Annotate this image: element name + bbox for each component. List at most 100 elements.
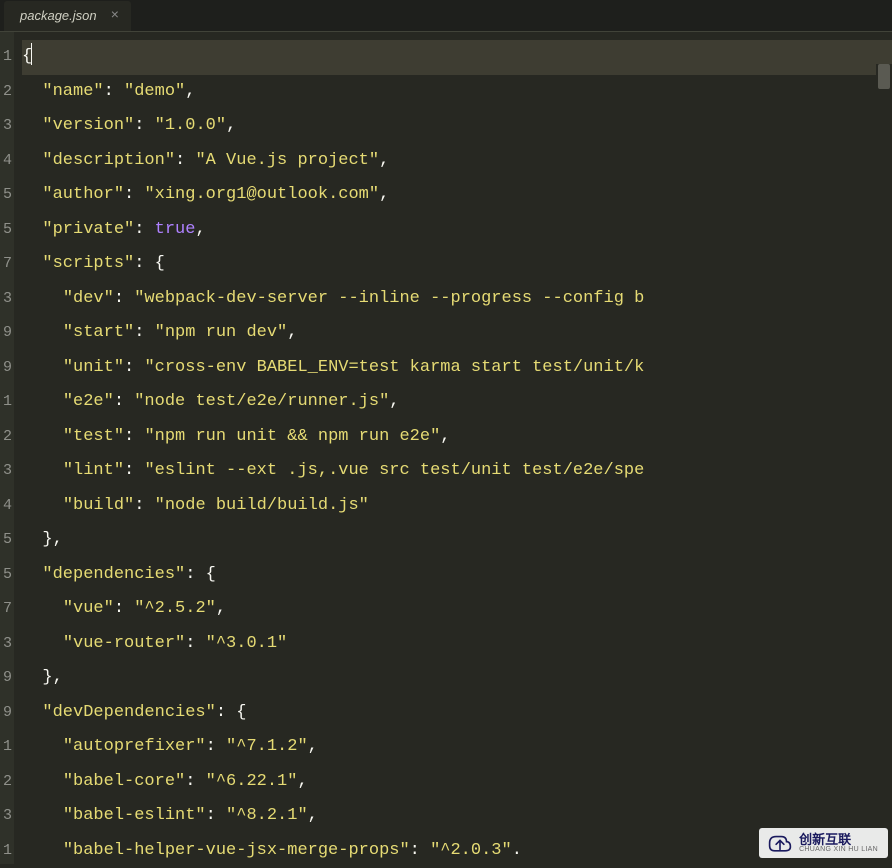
close-icon[interactable]: ×	[111, 9, 119, 23]
token-punc: :	[134, 116, 154, 135]
token-punc: : {	[134, 254, 165, 273]
token-str: "^3.0.1"	[206, 634, 288, 653]
code-line[interactable]: },	[22, 523, 892, 558]
token-str: "webpack-dev-server --inline --progress …	[134, 289, 644, 308]
code-line[interactable]: },	[22, 661, 892, 696]
token-punc: : {	[185, 565, 216, 584]
code-line[interactable]: "dev": "webpack-dev-server --inline --pr…	[22, 282, 892, 317]
line-number: 9	[0, 661, 14, 696]
line-number: 2	[0, 420, 14, 455]
watermark-en: CHUANG XIN HU LIAN	[799, 846, 878, 853]
token-str: "npm run unit && npm run e2e"	[144, 427, 440, 446]
token-str: "1.0.0"	[155, 116, 226, 135]
token-punc: :	[185, 634, 205, 653]
code-line[interactable]: "test": "npm run unit && npm run e2e",	[22, 420, 892, 455]
watermark-logo: 创新互联 CHUANG XIN HU LIAN	[759, 828, 888, 858]
token-str: "npm run dev"	[155, 323, 288, 342]
code-line[interactable]: "description": "A Vue.js project",	[22, 144, 892, 179]
code-content[interactable]: { "name": "demo", "version": "1.0.0", "d…	[14, 32, 892, 864]
code-line[interactable]: "vue-router": "^3.0.1"	[22, 627, 892, 662]
line-number: 5	[0, 178, 14, 213]
code-line[interactable]: "e2e": "node test/e2e/runner.js",	[22, 385, 892, 420]
line-number: 3	[0, 109, 14, 144]
token-key: "unit"	[63, 358, 124, 377]
line-number: 3	[0, 454, 14, 489]
watermark-cn: 创新互联	[799, 833, 878, 846]
token-key: "devDependencies"	[42, 703, 215, 722]
code-line[interactable]: "author": "xing.org1@outlook.com",	[22, 178, 892, 213]
token-punc: :	[410, 841, 430, 860]
token-key: "version"	[42, 116, 134, 135]
line-gutter: 123455739912345573991231	[0, 32, 14, 864]
token-key: "vue"	[63, 599, 114, 618]
token-punc: ,	[308, 806, 318, 825]
token-str: "xing.org1@outlook.com"	[144, 185, 379, 204]
token-str: "demo"	[124, 82, 185, 101]
line-number: 1	[0, 730, 14, 765]
token-str: "^2.0.3"	[430, 841, 512, 860]
token-punc: :	[134, 323, 154, 342]
code-line[interactable]: "name": "demo",	[22, 75, 892, 110]
line-number: 5	[0, 558, 14, 593]
token-punc	[22, 323, 63, 342]
code-line[interactable]: "devDependencies": {	[22, 696, 892, 731]
token-punc: .	[512, 841, 522, 860]
code-line[interactable]: "private": true,	[22, 213, 892, 248]
token-key: "test"	[63, 427, 124, 446]
token-key: "babel-eslint"	[63, 806, 206, 825]
code-line[interactable]: "vue": "^2.5.2",	[22, 592, 892, 627]
token-punc: :	[124, 427, 144, 446]
token-punc	[22, 772, 63, 791]
token-bool: true	[155, 220, 196, 239]
line-number: 9	[0, 316, 14, 351]
token-key: "build"	[63, 496, 134, 515]
code-line[interactable]: "scripts": {	[22, 247, 892, 282]
editor[interactable]: 123455739912345573991231 { "name": "demo…	[0, 32, 892, 864]
token-punc	[22, 392, 63, 411]
token-str: "eslint --ext .js,.vue src test/unit tes…	[144, 461, 644, 480]
token-punc: ,	[226, 116, 236, 135]
token-punc: :	[124, 185, 144, 204]
text-cursor	[31, 43, 32, 65]
token-punc	[22, 82, 42, 101]
token-punc	[22, 806, 63, 825]
code-line[interactable]: "unit": "cross-env BABEL_ENV=test karma …	[22, 351, 892, 386]
code-line[interactable]: "babel-core": "^6.22.1",	[22, 765, 892, 800]
token-punc: :	[175, 151, 195, 170]
token-key: "lint"	[63, 461, 124, 480]
token-punc: ,	[379, 151, 389, 170]
line-number: 7	[0, 592, 14, 627]
scrollbar-thumb[interactable]	[878, 64, 890, 89]
token-punc: ,	[440, 427, 450, 446]
code-line[interactable]: "version": "1.0.0",	[22, 109, 892, 144]
token-key: "babel-core"	[63, 772, 185, 791]
code-line[interactable]: "dependencies": {	[22, 558, 892, 593]
line-number: 5	[0, 523, 14, 558]
code-line[interactable]: "lint": "eslint --ext .js,.vue src test/…	[22, 454, 892, 489]
token-punc	[22, 151, 42, 170]
token-str: "^6.22.1"	[206, 772, 298, 791]
line-number: 4	[0, 144, 14, 179]
code-line[interactable]: {	[22, 40, 892, 75]
token-punc	[22, 461, 63, 480]
code-line[interactable]: "autoprefixer": "^7.1.2",	[22, 730, 892, 765]
token-key: "name"	[42, 82, 103, 101]
token-punc: ,	[389, 392, 399, 411]
token-punc: :	[124, 461, 144, 480]
code-line[interactable]: "build": "node build/build.js"	[22, 489, 892, 524]
code-line[interactable]: "start": "npm run dev",	[22, 316, 892, 351]
token-str: "^7.1.2"	[226, 737, 308, 756]
token-punc: :	[134, 496, 154, 515]
token-punc	[22, 358, 63, 377]
scrollbar[interactable]	[876, 64, 892, 864]
token-punc	[22, 841, 63, 860]
token-punc: },	[22, 530, 63, 549]
token-str: "^2.5.2"	[134, 599, 216, 618]
token-key: "private"	[42, 220, 134, 239]
token-punc: ,	[379, 185, 389, 204]
line-number: 3	[0, 282, 14, 317]
token-punc	[22, 220, 42, 239]
logo-icon	[767, 832, 793, 854]
tab-package-json[interactable]: package.json ×	[4, 1, 131, 31]
token-str: "cross-env BABEL_ENV=test karma start te…	[144, 358, 644, 377]
